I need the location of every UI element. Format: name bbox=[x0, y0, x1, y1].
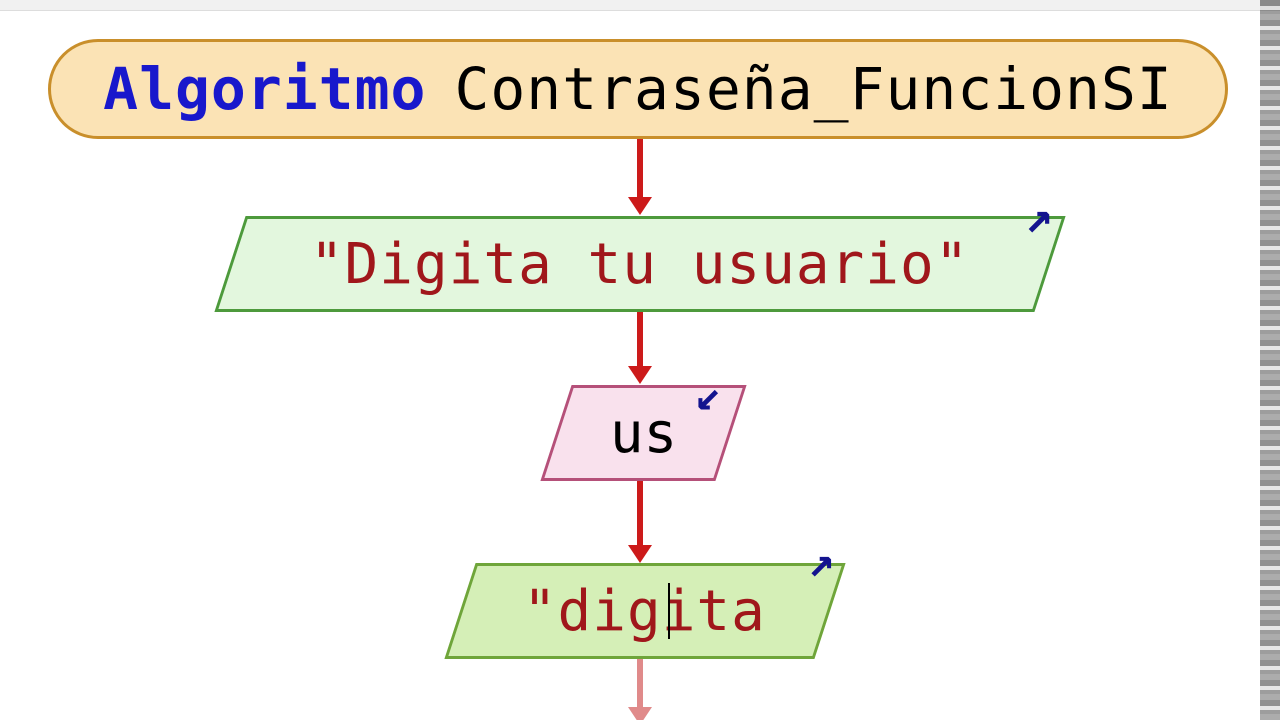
algorithm-name: Contraseña_FuncionSI bbox=[454, 55, 1172, 123]
start-terminator[interactable]: Algoritmo Contraseña_FuncionSI bbox=[48, 39, 1228, 139]
output-io-icon-2: ↗ bbox=[808, 536, 835, 587]
output-io-icon: ↗ bbox=[1025, 189, 1053, 243]
output-block-1[interactable]: "Digita tu usuario" bbox=[214, 216, 1065, 312]
input-text-1: us bbox=[610, 401, 677, 466]
output-text-1: "Digita tu usuario" bbox=[310, 232, 970, 297]
window-edge-decor bbox=[1260, 0, 1280, 720]
keyword-algoritmo: Algoritmo bbox=[103, 55, 426, 123]
text-cursor bbox=[668, 583, 670, 639]
output-text-2: "digita bbox=[523, 579, 766, 644]
flowchart-canvas: Algoritmo Contraseña_FuncionSI "Digita t… bbox=[0, 11, 1260, 720]
toolbar bbox=[0, 0, 1280, 11]
output-block-2[interactable]: "digita bbox=[444, 563, 845, 659]
input-io-icon: ↙ bbox=[695, 369, 722, 420]
